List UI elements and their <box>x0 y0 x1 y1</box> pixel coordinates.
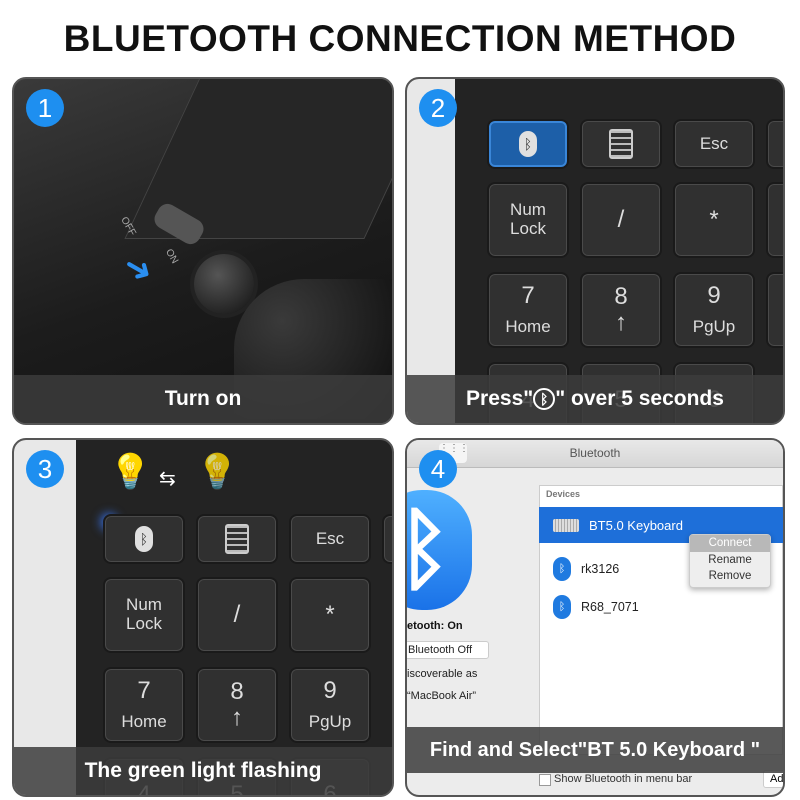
key-9-pgup[interactable]: 9 PgUp <box>673 272 755 348</box>
key-label: Num <box>510 200 546 220</box>
bluetooth-icon: ᛒ <box>519 131 537 157</box>
step-4-panel: ⋮⋮⋮ Bluetooth 4 ᛒ etooth: On Bluetooth O… <box>405 438 785 797</box>
calculator-key[interactable] <box>196 514 278 564</box>
arrow-icon: ➜ <box>116 245 161 293</box>
key-partial[interactable] <box>766 119 783 169</box>
bluetooth-off-button[interactable]: Bluetooth Off <box>407 641 489 659</box>
device-name: BT5.0 Keyboard <box>589 517 683 533</box>
key-label: Lock <box>126 614 162 633</box>
page-title: BLUETOOTH CONNECTION METHOD <box>63 18 737 59</box>
key-label: * <box>325 600 335 628</box>
key-label: 7 <box>137 677 151 705</box>
bluetooth-icon: ᛒ <box>533 388 556 411</box>
switch-label-on: ON <box>162 247 181 266</box>
bluetooth-logo-icon: ᛒ <box>407 490 472 610</box>
step-3-panel: 3 💡 ⇆ 💡 ᛒ Esc Num Lock / * 7 Home 8 ↑ 9 PgUp… <box>12 438 394 797</box>
key-label: 8 <box>230 677 244 705</box>
calculator-key[interactable] <box>580 119 662 169</box>
lightbulb-on-icon: 💡 <box>109 453 152 491</box>
lightbulb-off-icon: 💡 <box>196 453 239 491</box>
key-label: Lock <box>510 219 546 238</box>
menu-item-remove[interactable]: Remove <box>690 568 770 584</box>
calculator-icon <box>225 524 249 554</box>
key-label: Esc <box>699 133 729 153</box>
panel-left-strip <box>14 440 76 795</box>
key-label: Home <box>121 711 167 731</box>
key-label: / <box>233 600 241 628</box>
connect-button[interactable] <box>194 254 254 314</box>
step-2-panel: 2 ᛒ Esc NumLock / * 7Home 8↑ 9PgUp 4 5 6… <box>405 77 785 425</box>
key-label: PgUp <box>692 316 736 336</box>
menu-item-connect[interactable]: Connect <box>690 535 770 552</box>
swap-arrows-icon: ⇆ <box>159 468 176 490</box>
bluetooth-icon: ᛒ <box>553 595 571 619</box>
bluetooth-status: etooth: On <box>407 620 463 632</box>
esc-key[interactable]: Esc <box>289 514 371 564</box>
key-9-pgup[interactable]: 9 PgUp <box>289 667 371 743</box>
num-lock-key[interactable]: Num Lock <box>103 577 185 653</box>
multiply-key[interactable]: * <box>673 182 755 258</box>
step-badge: 2 <box>419 89 457 127</box>
key-label: 8 <box>614 282 628 310</box>
window-title: Bluetooth <box>569 446 621 460</box>
show-bluetooth-checkbox[interactable] <box>539 774 551 786</box>
bluetooth-icon: ᛒ <box>135 526 153 552</box>
step-badge: 4 <box>419 450 457 488</box>
divide-key[interactable]: / <box>580 182 662 258</box>
panel-left-strip <box>407 79 455 423</box>
bluetooth-icon: ᛒ <box>553 557 571 581</box>
step-badge: 3 <box>26 450 64 488</box>
bluetooth-key[interactable]: ᛒ <box>487 119 569 169</box>
menu-item-rename[interactable]: Rename <box>690 552 770 568</box>
caption-text: Press" <box>466 387 534 410</box>
step-caption: The green light flashing <box>14 747 392 795</box>
key-label: 9 <box>707 282 721 310</box>
key-label: / <box>617 205 625 233</box>
step-caption: Turn on <box>14 375 392 423</box>
key-label: 7 <box>521 282 535 310</box>
device-row[interactable]: ᛒ R68_7071 <box>539 589 783 625</box>
step-caption: Press" ᛒ " over 5 seconds <box>407 375 783 423</box>
key-partial[interactable] <box>382 514 392 564</box>
calculator-icon <box>609 129 633 159</box>
divide-key[interactable]: / <box>196 577 278 653</box>
key-label: ↑ <box>231 704 243 731</box>
devices-header: Devices <box>546 489 581 499</box>
keyboard-icon <box>553 518 579 532</box>
key-partial[interactable] <box>766 182 783 258</box>
show-bluetooth-label: Show Bluetooth in menu bar <box>554 773 693 785</box>
key-label: Num <box>126 595 162 615</box>
key-label: 9 <box>323 677 337 705</box>
key-8-up[interactable]: 8 ↑ <box>196 667 278 743</box>
device-name: R68_7071 <box>581 600 639 614</box>
key-label: ↑ <box>615 309 627 336</box>
key-8-up[interactable]: 8 ↑ <box>580 272 662 348</box>
step-badge: 1 <box>26 89 64 127</box>
esc-key[interactable]: Esc <box>673 119 755 169</box>
key-label: * <box>709 205 719 233</box>
step-1-panel: 1 OFF ON ➜ Turn on <box>12 77 394 425</box>
discoverable-text: iscoverable as <box>407 668 478 680</box>
bluetooth-key[interactable]: ᛒ <box>103 514 185 564</box>
key-7-home[interactable]: 7 Home <box>487 272 569 348</box>
multiply-key[interactable]: * <box>289 577 371 653</box>
key-7-home[interactable]: 7 Home <box>103 667 185 743</box>
computer-name: “MacBook Air” <box>407 690 477 702</box>
key-label: Home <box>505 316 551 336</box>
key-label: PgUp <box>308 711 352 731</box>
step-caption: Find and Select"BT 5.0 Keyboard " <box>407 727 783 773</box>
caption-text: " over 5 seconds <box>555 387 724 410</box>
num-lock-key[interactable]: Num Lock <box>487 182 569 258</box>
context-menu: Connect Rename Remove <box>689 534 771 588</box>
device-name: rk3126 <box>581 562 620 576</box>
key-partial[interactable] <box>766 272 783 348</box>
key-label: Esc <box>315 528 345 548</box>
